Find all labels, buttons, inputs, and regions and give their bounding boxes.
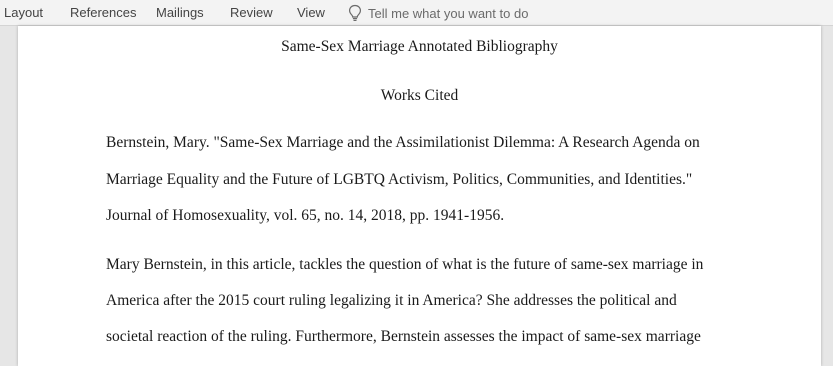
- tab-layout[interactable]: Layout: [4, 5, 43, 20]
- annotation-line: societal reaction of the ruling. Further…: [106, 328, 701, 345]
- tab-references[interactable]: References: [70, 5, 136, 20]
- tell-me-search[interactable]: Tell me what you want to do: [348, 4, 528, 22]
- citation-line: Marriage Equality and the Future of LGBT…: [106, 171, 693, 188]
- document-title: Same-Sex Marriage Annotated Bibliography: [281, 38, 558, 55]
- tab-review[interactable]: Review: [230, 5, 273, 20]
- lightbulb-icon: [348, 4, 362, 22]
- tab-mailings[interactable]: Mailings: [156, 5, 204, 20]
- citation-line: Journal of Homosexuality, vol. 65, no. 1…: [106, 207, 505, 224]
- works-cited-heading: Works Cited: [380, 87, 459, 104]
- annotation-line: Mary Bernstein, in this article, tackles…: [106, 256, 704, 273]
- tell-me-placeholder: Tell me what you want to do: [368, 5, 529, 21]
- ribbon-tab-bar: Layout References Mailings Review View T…: [0, 0, 833, 26]
- tab-view[interactable]: View: [297, 5, 325, 20]
- annotation-line: America after the 2015 court ruling lega…: [106, 292, 677, 309]
- citation-line: Bernstein, Mary. "Same-Sex Marriage and …: [106, 134, 700, 151]
- document-page[interactable]: Same-Sex Marriage Annotated Bibliography…: [18, 26, 821, 366]
